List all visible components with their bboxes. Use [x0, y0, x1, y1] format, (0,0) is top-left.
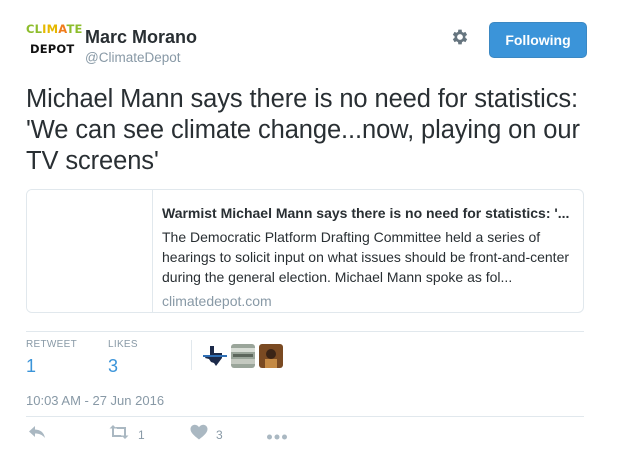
liker-avatar-person[interactable]	[259, 344, 283, 368]
more-dots-icon	[266, 428, 288, 446]
card-description: The Democratic Platform Drafting Committ…	[162, 229, 570, 285]
gear-icon[interactable]	[449, 26, 471, 48]
more-button[interactable]	[266, 428, 288, 446]
liker-avatar-texas[interactable]	[203, 344, 227, 368]
avatar-logo-line2: DEPOT	[30, 42, 75, 56]
divider-top	[26, 331, 584, 332]
author-name[interactable]: Marc Morano	[85, 26, 197, 48]
card-body[interactable]: Warmist Michael Mann says there is no ne…	[162, 204, 569, 311]
reply-button[interactable]	[28, 424, 46, 445]
card-title[interactable]: Warmist Michael Mann says there is no ne…	[162, 204, 569, 223]
avatar[interactable]: CLIMATE DEPOT	[26, 23, 82, 64]
tweet-header: CLIMATE DEPOT Marc Morano @ClimateDepot …	[26, 22, 587, 70]
likers-avatars	[203, 344, 283, 368]
card-thumbnail[interactable]	[27, 190, 153, 312]
card-domain[interactable]: climatedepot.com	[162, 292, 569, 311]
reply-icon	[28, 424, 46, 445]
divider-bottom	[26, 416, 584, 417]
likes-stat-label: LIKES	[108, 339, 138, 350]
stats-separator	[191, 340, 192, 370]
following-button[interactable]: Following	[489, 22, 587, 58]
retweet-stat-label: RETWEET	[26, 339, 77, 350]
retweet-stat-count[interactable]: 1	[26, 355, 77, 377]
retweet-icon	[108, 424, 130, 445]
author-handle[interactable]: @ClimateDepot	[85, 49, 197, 67]
like-button[interactable]: 3	[190, 424, 223, 445]
retweet-button[interactable]: 1	[108, 424, 145, 445]
retweet-count: 1	[138, 427, 145, 442]
heart-icon	[190, 424, 208, 445]
likes-stat[interactable]: LIKES 3	[108, 339, 138, 377]
tweet-text: Michael Mann says there is no need for s…	[26, 85, 580, 175]
tweet-timestamp[interactable]: 10:03 AM - 27 Jun 2016	[26, 393, 164, 409]
avatar-logo-line1: CLIMATE	[26, 22, 83, 36]
likes-stat-count[interactable]: 3	[108, 355, 138, 377]
link-card[interactable]: Warmist Michael Mann says there is no ne…	[26, 189, 584, 313]
author-names[interactable]: Marc Morano @ClimateDepot	[85, 26, 197, 67]
retweet-stat[interactable]: RETWEET 1	[26, 339, 77, 377]
like-count: 3	[216, 427, 223, 442]
liker-avatar-photo[interactable]	[231, 344, 255, 368]
